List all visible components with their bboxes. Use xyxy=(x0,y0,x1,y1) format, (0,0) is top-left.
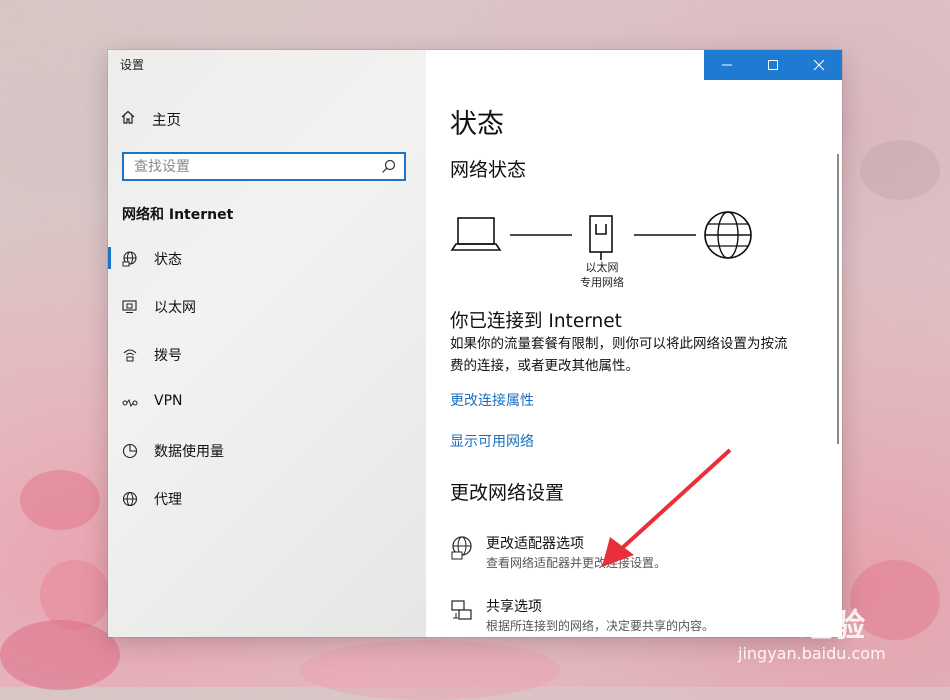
baidu-watermark: Bai 经验 jingyan.baidu.com xyxy=(728,600,928,670)
sidebar-item-home[interactable]: 主页 xyxy=(120,108,181,130)
minimize-button[interactable] xyxy=(704,50,750,80)
diagram-label: 以太网 专用网络 xyxy=(562,260,642,290)
sidebar-item-ethernet[interactable]: 以太网 xyxy=(108,282,426,330)
maximize-icon xyxy=(768,60,778,70)
background-blossom xyxy=(20,470,100,530)
close-icon xyxy=(813,59,825,71)
window-title: 设置 xyxy=(120,58,145,72)
search-icon[interactable] xyxy=(381,159,396,178)
computer-icon xyxy=(450,217,502,251)
background-blossom xyxy=(0,620,120,690)
show-available-networks-link[interactable]: 显示可用网络 xyxy=(450,431,534,451)
sidebar-item-label: 以太网 xyxy=(154,300,196,316)
sidebar-item-data-usage[interactable]: 数据使用量 xyxy=(108,426,426,474)
globe-proxy-icon xyxy=(122,491,138,507)
diagram-label-line: 以太网 xyxy=(585,261,619,274)
sidebar-item-label: 数据使用量 xyxy=(154,444,224,460)
background-blossom xyxy=(300,640,560,700)
sidebar-nav: 状态 以太网 拨号 VPN 数据使用量 代理 xyxy=(108,234,426,522)
sidebar-item-vpn[interactable]: VPN xyxy=(108,378,426,426)
close-button[interactable] xyxy=(796,50,842,80)
sidebar-item-label: 状态 xyxy=(154,252,182,268)
dialup-icon xyxy=(122,347,138,363)
background-blossom xyxy=(860,140,940,200)
sidebar-item-status[interactable]: 状态 xyxy=(108,234,426,282)
change-connection-properties-link[interactable]: 更改连接属性 xyxy=(450,390,534,410)
change-settings-heading: 更改网络设置 xyxy=(450,482,565,504)
home-icon xyxy=(120,109,136,129)
page-title: 状态 xyxy=(450,109,504,140)
watermark-logo: Bai 经验 xyxy=(728,606,867,644)
maximize-button[interactable] xyxy=(750,50,796,80)
adapter-icon xyxy=(450,535,474,565)
ethernet-icon xyxy=(122,299,138,315)
scrollbar[interactable] xyxy=(837,154,839,444)
connected-title: 你已连接到 Internet xyxy=(450,311,622,332)
annotation-arrow xyxy=(602,448,732,567)
diagram-label-line: 专用网络 xyxy=(580,276,624,289)
internet-globe-icon xyxy=(704,211,752,259)
description-line: 费的连接，或者更改其他属性。 xyxy=(450,358,639,374)
sidebar-item-label: 代理 xyxy=(154,492,182,508)
option-title: 共享选项 xyxy=(486,599,542,615)
caption-buttons xyxy=(704,50,842,80)
option-description: 根据所连接到的网络，决定要共享的内容。 xyxy=(486,619,715,633)
sidebar-item-dialup[interactable]: 拨号 xyxy=(108,330,426,378)
sidebar-item-label: 拨号 xyxy=(154,348,182,364)
watermark-url: jingyan.baidu.com xyxy=(738,644,886,663)
network-status-heading: 网络状态 xyxy=(450,159,527,181)
option-title: 更改适配器选项 xyxy=(486,536,584,552)
minimize-icon xyxy=(722,64,732,66)
globe-status-icon xyxy=(122,251,138,267)
vpn-icon xyxy=(122,395,138,411)
search-input[interactable] xyxy=(124,154,374,179)
sharing-icon xyxy=(450,598,474,628)
section-title: 网络和 Internet xyxy=(122,207,234,223)
connection-description: 如果你的流量套餐有限制，则你可以将此网络设置为按流 费的连接，或者更改其他属性。 xyxy=(450,333,821,377)
sidebar-item-label: VPN xyxy=(154,393,183,409)
description-line: 如果你的流量套餐有限制，则你可以将此网络设置为按流 xyxy=(450,336,788,352)
sidebar-item-label: 主页 xyxy=(152,112,181,129)
router-icon xyxy=(589,215,613,260)
search-box[interactable] xyxy=(122,152,406,181)
data-usage-icon xyxy=(122,443,138,459)
sidebar-item-proxy[interactable]: 代理 xyxy=(108,474,426,522)
sidebar: 设置 主页 网络和 Internet 状态 xyxy=(108,50,426,637)
